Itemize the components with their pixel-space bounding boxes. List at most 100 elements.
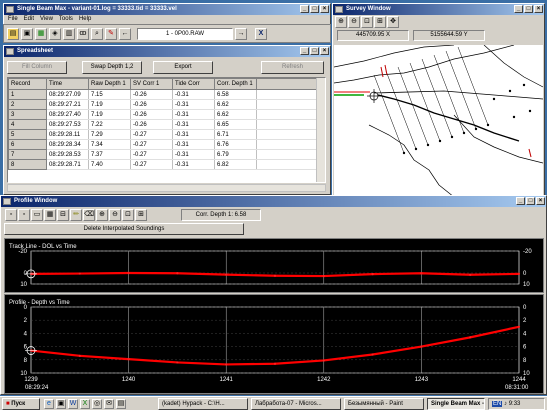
raw-depth-cell[interactable]: 7.37	[88, 149, 131, 160]
sv-corr-cell[interactable]: -0.26	[130, 109, 173, 120]
table-row[interactable]: 8 08:29:28.71 7.40 -0.27 -0.31 6.82	[8, 159, 317, 170]
outlook-icon[interactable]: ✉	[104, 399, 114, 409]
survey-map[interactable]	[334, 45, 543, 197]
explorer-icon[interactable]: ▤	[116, 399, 126, 409]
table-row[interactable]: 2 08:29:27.21 7.19 -0.26 -0.31 6.62	[8, 99, 317, 110]
tide-corr-cell[interactable]: -0.31	[172, 129, 215, 140]
profile-zoom-extents-icon[interactable]: ⊞	[135, 209, 147, 221]
time-cell[interactable]: 08:29:27.40	[46, 109, 89, 120]
main-window-titlebar[interactable]: Single Beam Max - variant-01.log = 33333…	[4, 4, 330, 15]
sv-corr-cell[interactable]: -0.27	[130, 149, 173, 160]
word-icon[interactable]: W	[68, 399, 78, 409]
profile-zoom-window-icon[interactable]: ⊡	[122, 209, 134, 221]
pencil-icon[interactable]: ✏	[70, 209, 82, 221]
time-cell[interactable]: 08:29:28.34	[46, 139, 89, 150]
zoom-out-icon[interactable]: ⊖	[348, 16, 360, 28]
pan-icon[interactable]: ✥	[387, 16, 399, 28]
raw-depth-cell[interactable]: 7.15	[88, 89, 131, 100]
tide-corr-cell[interactable]: -0.31	[172, 149, 215, 160]
corr-depth-cell[interactable]: 6.82	[214, 159, 257, 170]
eraser-icon[interactable]: ⌫	[83, 209, 95, 221]
desktop-icon[interactable]: ▣	[56, 399, 66, 409]
raw-depth-cell[interactable]: 7.19	[88, 99, 131, 110]
tide-corr-cell[interactable]: -0.31	[172, 119, 215, 130]
survey-minimize-button[interactable]: _	[514, 5, 523, 13]
excel-icon[interactable]: X	[80, 399, 90, 409]
select-icon[interactable]: ▫	[18, 209, 30, 221]
language-indicator[interactable]: EN	[492, 401, 503, 407]
sv-corr-cell[interactable]: -0.27	[130, 159, 173, 170]
tide-corr-cell[interactable]: -0.31	[172, 109, 215, 120]
column-header-corr-depth[interactable]: Corr. Depth 1	[214, 78, 257, 90]
next-file-arrow-icon[interactable]: →	[235, 27, 247, 40]
fill-column-button[interactable]: Fill Column	[7, 61, 67, 74]
binoculars-icon[interactable]: ꝏ	[77, 27, 89, 40]
sv-corr-cell[interactable]: -0.26	[130, 119, 173, 130]
table-row[interactable]: 6 08:29:28.34 7.34 -0.27 -0.31 6.76	[8, 139, 317, 150]
sv-corr-cell[interactable]: -0.26	[130, 99, 173, 110]
spreadsheet-minimize-button[interactable]: _	[300, 47, 309, 55]
search-icon[interactable]: ⌕	[91, 27, 103, 40]
table-row[interactable]: 1 08:29:27.09 7.15 -0.26 -0.31 6.58	[8, 89, 317, 100]
tide-corr-cell[interactable]: -0.31	[172, 139, 215, 150]
profile-window-titlebar[interactable]: Profile Window _ □ ×	[1, 196, 546, 207]
delete-interpolated-soundings-button[interactable]: Delete Interpolated Soundings	[4, 223, 244, 235]
ie-icon[interactable]: e	[44, 399, 54, 409]
sv-corr-cell[interactable]: -0.27	[130, 139, 173, 150]
task-paint[interactable]: Безымянный - Paint	[344, 398, 424, 410]
column-header-tide-corr[interactable]: Tide Corr	[172, 78, 215, 90]
profile-maximize-button[interactable]: □	[526, 197, 535, 205]
spreadsheet-vertical-scrollbar[interactable]	[316, 78, 325, 182]
tide-corr-cell[interactable]: -0.31	[172, 89, 215, 100]
spreadsheet-close-button[interactable]: ×	[320, 47, 329, 55]
zoom-in-icon[interactable]: ⊕	[335, 16, 347, 28]
profile-icon[interactable]: ▥	[63, 27, 75, 40]
profile-close-button[interactable]: ×	[536, 197, 545, 205]
brush-icon[interactable]: ✎	[105, 27, 117, 40]
time-cell[interactable]: 08:29:28.53	[46, 149, 89, 160]
refresh-button[interactable]: Refresh	[261, 61, 324, 74]
spreadsheet-titlebar[interactable]: Spreadsheet _ □ ×	[4, 46, 330, 57]
start-button[interactable]: ■ Пуск	[2, 398, 40, 410]
exit-icon[interactable]: X	[255, 27, 267, 40]
sv-corr-cell[interactable]: -0.27	[130, 129, 173, 140]
swap-depth-button[interactable]: Swap Depth 1,2	[82, 61, 142, 74]
menu-view[interactable]: View	[40, 15, 53, 24]
corr-depth-cell[interactable]: 6.65	[214, 119, 257, 130]
survey-close-button[interactable]: ×	[534, 5, 543, 13]
save-icon[interactable]: ▣	[21, 27, 33, 40]
raw-depth-cell[interactable]: 7.22	[88, 119, 131, 130]
time-cell[interactable]: 08:29:28.11	[46, 129, 89, 140]
corr-depth-cell[interactable]: 6.62	[214, 99, 257, 110]
corr-depth-cell[interactable]: 6.76	[214, 139, 257, 150]
raw-depth-cell[interactable]: 7.34	[88, 139, 131, 150]
survey-maximize-button[interactable]: □	[524, 5, 533, 13]
zoom-window-icon[interactable]: ⊡	[361, 16, 373, 28]
task-hypack[interactable]: (kadet) Hypack - C:\H...	[158, 398, 248, 410]
minimize-button[interactable]: _	[300, 5, 309, 13]
menu-edit[interactable]: Edit	[24, 15, 34, 24]
column-header-raw-depth[interactable]: Raw Depth 1	[88, 78, 131, 90]
edit-icon[interactable]: ⊟	[57, 209, 69, 221]
menu-file[interactable]: File	[8, 15, 18, 24]
open-folder-icon[interactable]: ▤	[7, 27, 19, 40]
time-cell[interactable]: 08:29:28.71	[46, 159, 89, 170]
table-row[interactable]: 5 08:29:28.11 7.29 -0.27 -0.31 6.71	[8, 129, 317, 140]
close-button[interactable]: ×	[320, 5, 329, 13]
first-icon[interactable]: ▫	[5, 209, 17, 221]
box-select-icon[interactable]: ▭	[31, 209, 43, 221]
corr-depth-cell[interactable]: 6.79	[214, 149, 257, 160]
table-row[interactable]: 4 08:29:27.53 7.22 -0.26 -0.31 6.65	[8, 119, 317, 130]
corr-depth-cell[interactable]: 6.71	[214, 129, 257, 140]
table-row[interactable]: 7 08:29:28.53 7.37 -0.27 -0.31 6.79	[8, 149, 317, 160]
raw-depth-cell[interactable]: 7.19	[88, 109, 131, 120]
corr-depth-cell[interactable]: 6.58	[214, 89, 257, 100]
volume-icon[interactable]: ♪	[504, 401, 507, 407]
task-labrabota[interactable]: Лабработа-07 - Micros...	[251, 398, 341, 410]
column-header-time[interactable]: Time	[46, 78, 89, 90]
menu-tools[interactable]: Tools	[59, 15, 73, 24]
track-line-plot[interactable]: Track Line - DOL vs Time-20-20001010	[4, 238, 544, 293]
maximize-button[interactable]: □	[310, 5, 319, 13]
media-icon[interactable]: ◎	[92, 399, 102, 409]
grid-icon[interactable]: ▦	[44, 209, 56, 221]
